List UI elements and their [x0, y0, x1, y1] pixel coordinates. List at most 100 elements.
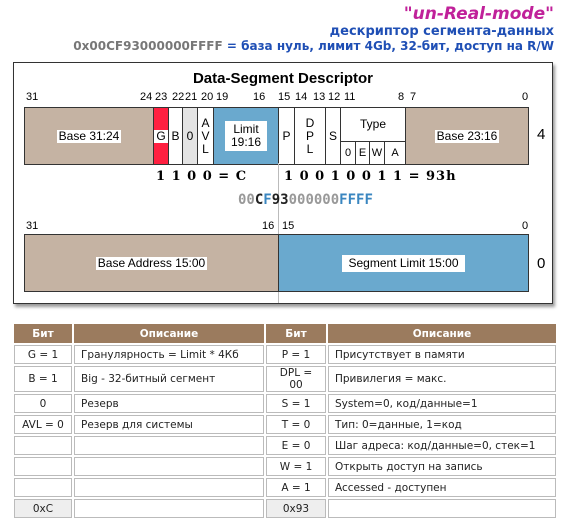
descriptor-diagram: Data-Segment Descriptor 31 24 23 22 21 20 19 16…: [13, 62, 553, 304]
table-row: E = 0 Шаг адреса: код/данные=0, стек=1: [14, 436, 556, 455]
bit-number: 23: [155, 91, 168, 103]
bit-number: 21: [185, 91, 198, 103]
hex-part: FFFF: [339, 192, 373, 208]
descriptor-hex: 0x00CF93000000FFFF: [73, 39, 223, 53]
hex-part: F: [263, 192, 272, 208]
description-cell: [74, 457, 264, 476]
description-cell: [74, 478, 264, 497]
field-reserved-zero: 0: [182, 107, 198, 165]
type-bit-0: 0: [340, 141, 356, 165]
hex-part: 93: [271, 192, 289, 208]
header-bit: Бит: [14, 324, 72, 343]
bit-cell: T = 0: [266, 415, 326, 434]
description-cell: System=0, код/данные=1: [328, 394, 556, 413]
bit-number: 12: [328, 91, 341, 103]
header-title: "un-Real-mode": [403, 4, 554, 24]
field-p: P: [278, 107, 295, 165]
upper-row-offset: 4: [537, 126, 546, 143]
bit-number: 31: [26, 91, 39, 103]
bits-left: 1 1 0 0 = C: [156, 169, 248, 184]
bit-number: 8: [398, 91, 405, 103]
lower-bit-0: 0: [522, 220, 529, 232]
description-cell: [74, 499, 264, 518]
lower-row-offset: 0: [537, 255, 546, 272]
field-b: B: [168, 107, 183, 165]
bit-number: 24: [140, 91, 153, 103]
field-s: S: [325, 107, 341, 165]
diagram-title: Data-Segment Descriptor: [192, 70, 374, 87]
description-cell: [328, 499, 556, 518]
description-cell: Гранулярность = Limit * 4Кб: [74, 345, 264, 364]
header-description: Описание: [74, 324, 264, 343]
type-bit-a: A: [384, 141, 406, 165]
description-cell: Accessed - доступен: [328, 478, 556, 497]
table-row: G = 1 Гранулярность = Limit * 4Кб P = 1 При…: [14, 345, 556, 364]
table-header: Бит Описание Бит Описание: [14, 324, 556, 343]
description-cell: [74, 436, 264, 455]
description-cell: Шаг адреса: код/данные=0, стек=1: [328, 436, 556, 455]
hex-part: 000000: [288, 192, 340, 208]
bit-number: 15: [278, 91, 291, 103]
hex-part: 00: [238, 192, 255, 208]
bit-number: 0: [522, 91, 529, 103]
bit-cell: E = 0: [266, 436, 326, 455]
field-base-23-16: Base 23:16: [405, 107, 529, 165]
field-g: G: [153, 107, 169, 165]
header-subtitle: дескриптор сегмента-данных: [329, 24, 554, 39]
field-dpl: DPL: [294, 107, 326, 165]
description-cell: Big - 32-битный сегмент: [74, 366, 264, 392]
table-row: A = 1 Accessed - доступен: [14, 478, 556, 497]
bits-right: 1 0 0 1 0 0 1 1 = 93h: [284, 169, 457, 184]
bit-cell: P = 1: [266, 345, 326, 364]
field-base-31-24: Base 31:24: [24, 107, 154, 165]
description-cell: Резерв для системы: [74, 415, 264, 434]
description-cell: Открыть доступ на запись: [328, 457, 556, 476]
description-cell: Тип: 0=данные, 1=код: [328, 415, 556, 434]
bit-cell: 0: [14, 394, 72, 413]
description-cell: Резерв: [74, 394, 264, 413]
bit-cell: W = 1: [266, 457, 326, 476]
bit-cell: S = 1: [266, 394, 326, 413]
table-row: B = 1 Big - 32-битный сегмент DPL = 00 Прив…: [14, 366, 556, 392]
field-type: Type: [340, 107, 406, 142]
table-row: 0 Резерв S = 1 System=0, код/данные=1: [14, 394, 556, 413]
hex-value: 00CF93000000FFFF: [238, 192, 373, 208]
type-bit-e: E: [355, 141, 370, 165]
bit-description-table: Бит Описание Бит Описание G = 1 Гранулярн…: [12, 322, 558, 520]
bit-cell: B = 1: [14, 366, 72, 392]
description-cell: Привилегия = макс.: [328, 366, 556, 392]
bit-number: 14: [295, 91, 308, 103]
bit-number: 16: [253, 91, 266, 103]
bit-cell: DPL = 00: [266, 366, 326, 392]
table-row: AVL = 0 Резерв для системы T = 0 Тип: 0=дан…: [14, 415, 556, 434]
field-segment-limit-15-00: Segment Limit 15:00: [278, 234, 529, 292]
bit-cell: 0xC: [14, 499, 72, 518]
header-bit: Бит: [266, 324, 326, 343]
descriptor-summary: = база нуль, лимит 4Gb, 32-бит, доступ н…: [222, 39, 554, 53]
bit-cell: [14, 457, 72, 476]
table-row: W = 1 Открыть доступ на запись: [14, 457, 556, 476]
field-avl: AVL: [197, 107, 214, 165]
bit-number: 13: [313, 91, 326, 103]
bit-number: 19: [216, 91, 229, 103]
bit-cell: G = 1: [14, 345, 72, 364]
lower-bit-15: 15: [282, 220, 295, 232]
bit-number: 11: [344, 91, 356, 103]
header-description: Описание: [328, 324, 556, 343]
description-cell: Присутствует в памяти: [328, 345, 556, 364]
bit-cell: 0x93: [266, 499, 326, 518]
header-description: 0x00CF93000000FFFF = база нуль, лимит 4G…: [73, 39, 554, 53]
bit-cell: AVL = 0: [14, 415, 72, 434]
bit-number: 20: [201, 91, 214, 103]
bit-cell: [14, 436, 72, 455]
lower-bit-31: 31: [26, 220, 39, 232]
lower-bit-16: 16: [262, 220, 275, 232]
field-base-address-15-00: Base Address 15:00: [24, 234, 279, 292]
bit-number: 22: [172, 91, 185, 103]
field-limit-19-16: Limit 19:16: [213, 107, 279, 165]
bit-cell: [14, 478, 72, 497]
bit-number: 7: [410, 91, 417, 103]
bit-cell: A = 1: [266, 478, 326, 497]
table-row: 0xC 0x93: [14, 499, 556, 518]
type-bit-w: W: [369, 141, 385, 165]
